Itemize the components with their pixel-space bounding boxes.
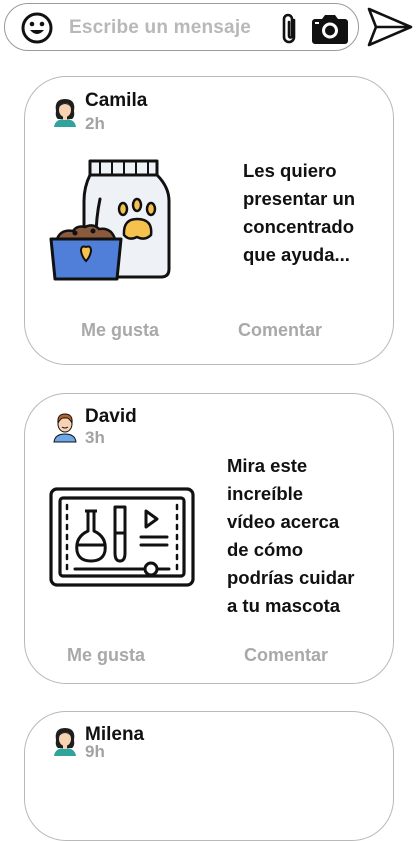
post-card: Milena 9h xyxy=(24,711,394,841)
comment-button[interactable]: Comentar xyxy=(238,320,322,341)
post-time: 3h xyxy=(85,428,105,447)
message-composer: Escribe un mensaje xyxy=(4,3,359,51)
avatar xyxy=(54,728,76,756)
avatar xyxy=(53,413,77,443)
post-card: Camila 2h Les quiero presentar un concen… xyxy=(24,76,394,365)
send-icon[interactable] xyxy=(366,6,414,48)
pet-food-bag-icon xyxy=(49,159,171,281)
science-video-icon xyxy=(49,487,195,587)
post-time: 2h xyxy=(85,114,105,133)
post-text: Les quiero presentar un concentrado que … xyxy=(243,160,356,265)
post-text: Mira este increíble vídeo acerca de cómo… xyxy=(227,455,355,616)
like-button[interactable]: Me gusta xyxy=(81,320,159,341)
like-button[interactable]: Me gusta xyxy=(67,645,145,666)
post-time: 9h xyxy=(85,742,105,761)
smiley-icon[interactable] xyxy=(21,12,53,44)
paperclip-icon[interactable] xyxy=(277,12,303,46)
post-card: David 3h Mira este increíble vídeo acerc… xyxy=(24,393,394,684)
post-author[interactable]: David xyxy=(85,406,137,428)
avatar xyxy=(54,99,76,127)
post-author[interactable]: Camila xyxy=(85,90,147,112)
message-input[interactable]: Escribe un mensaje xyxy=(69,17,251,39)
comment-button[interactable]: Comentar xyxy=(244,645,328,666)
camera-icon[interactable] xyxy=(309,13,351,45)
